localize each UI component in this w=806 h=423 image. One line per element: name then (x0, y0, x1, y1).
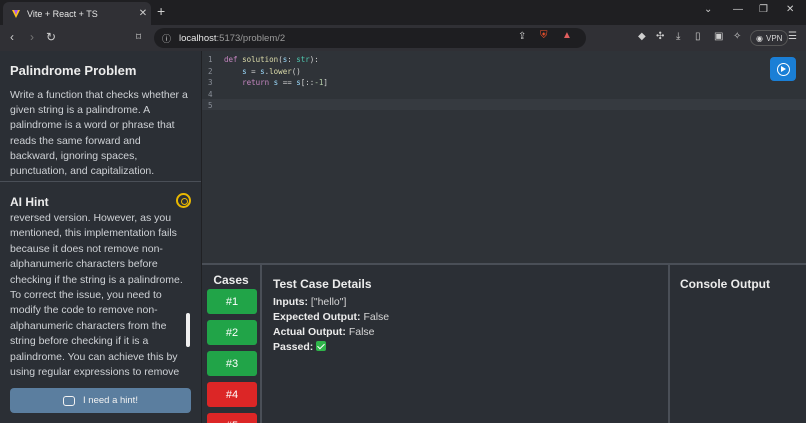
hint-section: AI Hint reversed version. However, as yo… (0, 183, 201, 423)
passed-label: Passed: (273, 341, 314, 353)
line-number: 4 (208, 89, 213, 99)
hint-title: AI Hint (10, 195, 49, 209)
results-panel: Cases #1 #2 #3 #4 #5 Test Case Details I… (202, 263, 806, 423)
line-number: 1 (208, 55, 213, 64)
line-number: 5 (208, 101, 213, 110)
brave-rewards-icon[interactable]: ▲ (562, 30, 572, 41)
browser-toolbar: ‹ › ↻ ⌑ ⓘ localhost:5173/problem/2 ⇪ ⛨ ▲… (0, 25, 806, 51)
line-number-gutter: 1 2 3 4 5 (208, 54, 213, 112)
expected-value: False (363, 311, 390, 323)
cases-title: Cases (213, 273, 249, 287)
download-icon[interactable]: ⤓ (676, 31, 680, 42)
close-tab-icon[interactable]: ✕ (135, 8, 151, 19)
tab-title: Vite + React + TS (27, 8, 98, 19)
cases-list: Cases #1 #2 #3 #4 #5 (202, 265, 262, 423)
robot-icon (63, 395, 76, 406)
restore-icon[interactable]: ❐ (759, 4, 768, 15)
actual-label: Actual Output: (273, 326, 346, 338)
console-title: Console Output (680, 277, 770, 291)
sidebar-icon[interactable]: ▯ (695, 31, 701, 42)
code-content[interactable]: def solution(s: str): s = s.lower() retu… (224, 54, 328, 112)
problem-title: Palindrome Problem (10, 63, 137, 78)
case-button[interactable]: #2 (207, 320, 257, 345)
passed-row: Passed: (273, 340, 663, 355)
actual-row: Actual Output: False (273, 325, 663, 340)
puzzle-icon[interactable]: ✣ (656, 31, 664, 42)
browser-tab-bar: Vite + React + TS ✕ + ⌄ — ❐ ✕ (0, 0, 806, 25)
left-panel: Palindrome Problem Write a function that… (0, 51, 201, 423)
share-icon[interactable]: ⇪ (518, 31, 526, 42)
inputs-label: Inputs: (273, 296, 308, 308)
leo-ai-icon[interactable]: ✧ (733, 31, 741, 42)
line-number: 2 (208, 66, 213, 76)
brave-shield-icon[interactable]: ⛨ (540, 30, 548, 41)
expected-label: Expected Output: (273, 311, 361, 323)
vpn-label: VPN (765, 33, 783, 43)
play-icon (776, 62, 790, 76)
details-title: Test Case Details (273, 277, 372, 291)
new-tab-icon[interactable]: + (157, 3, 165, 19)
case-button[interactable]: #5 (207, 413, 257, 423)
console-output: Console Output (668, 265, 806, 423)
hint-button[interactable]: I need a hint! (10, 388, 191, 413)
check-icon (316, 341, 327, 351)
case-button[interactable]: #4 (207, 382, 257, 407)
hint-scrollbar[interactable] (186, 313, 190, 347)
case-button[interactable]: #3 (207, 351, 257, 376)
gear-icon[interactable] (176, 193, 191, 208)
code-line: s = s.lower() (242, 66, 301, 76)
run-button[interactable] (770, 57, 796, 81)
code-line: def solution(s: str): (224, 55, 319, 64)
vpn-button[interactable]: ◉ VPN (750, 30, 789, 46)
inputs-row: Inputs: ["hello"] (273, 295, 663, 310)
expected-row: Expected Output: False (273, 310, 663, 325)
vpn-icon: ◉ (756, 33, 763, 43)
hint-text: reversed version. However, as you mentio… (10, 212, 183, 379)
forward-icon[interactable]: › (30, 30, 34, 44)
extension-icon[interactable]: ◆ (638, 31, 646, 42)
problem-section: Palindrome Problem Write a function that… (0, 51, 201, 182)
close-window-icon[interactable]: ✕ (786, 4, 794, 15)
url-path: :5173/problem/2 (216, 32, 286, 44)
problem-description: Write a function that checks whether a g… (10, 89, 188, 178)
bookmark-icon[interactable]: ⌑ (136, 32, 141, 43)
site-info-icon[interactable]: ⓘ (162, 32, 171, 45)
url-host: localhost (179, 32, 217, 44)
browser-tab[interactable]: Vite + React + TS ✕ (3, 2, 151, 25)
wallet-icon[interactable]: ▣ (714, 31, 723, 42)
back-icon[interactable]: ‹ (10, 30, 14, 44)
minimize-icon[interactable]: — (733, 4, 743, 15)
code-editor[interactable]: 1 2 3 4 5 def solution(s: str): s = s.lo… (202, 51, 806, 263)
code-line: return s == s[::-1] (242, 78, 328, 87)
tab-search-icon[interactable]: ⌄ (704, 4, 712, 15)
menu-icon[interactable]: ☰ (788, 31, 797, 42)
reload-icon[interactable]: ↻ (46, 30, 56, 44)
vite-logo-icon (12, 9, 20, 18)
inputs-value: ["hello"] (310, 296, 347, 308)
test-case-details: Test Case Details Inputs: ["hello"] Expe… (273, 277, 663, 355)
line-number: 3 (208, 78, 213, 87)
hint-button-label: I need a hint! (83, 395, 138, 406)
case-button[interactable]: #1 (207, 289, 257, 314)
actual-value: False (348, 326, 375, 338)
